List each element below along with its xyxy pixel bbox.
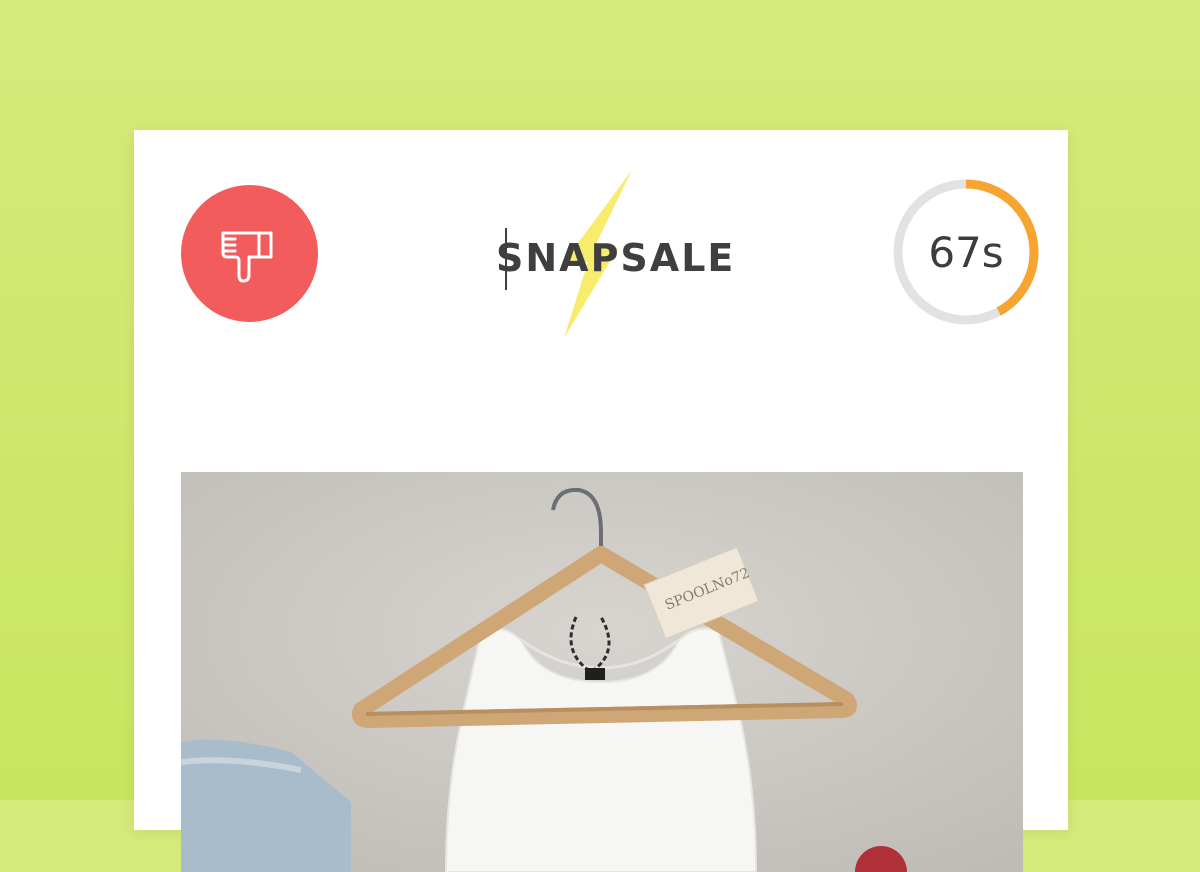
dislike-button[interactable]: [181, 185, 318, 322]
timer-label: 67s: [928, 227, 1004, 277]
snapsale-logo: SNAPSALE: [474, 170, 734, 340]
product-photo[interactable]: SPOOLNo72: [181, 472, 1023, 872]
brand-name: SNAPSALE: [496, 236, 736, 280]
product-image: SPOOLNo72: [181, 472, 1023, 872]
app-card: SNAPSALE 67s SPOOLNo72: [134, 130, 1068, 872]
countdown-timer: 67s: [892, 178, 1040, 326]
thumbs-down-icon: [221, 231, 272, 282]
